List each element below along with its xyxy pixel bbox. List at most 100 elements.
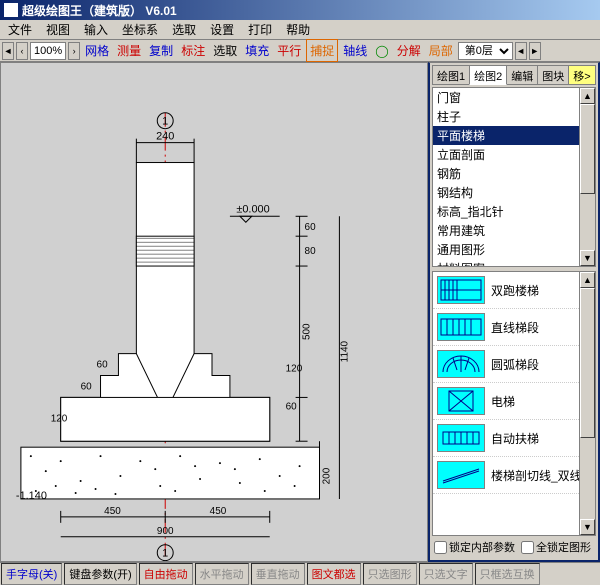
list-item[interactable]: 门窗	[433, 88, 595, 107]
escalator-icon	[437, 424, 485, 452]
zoom-field[interactable]: 100%	[30, 42, 66, 60]
scroll-down-icon[interactable]: ▼	[580, 519, 595, 535]
list-item[interactable]: 柱子	[433, 107, 595, 126]
tab-more[interactable]: 移>	[568, 65, 595, 85]
status-freedrag[interactable]: 自由拖动	[139, 563, 193, 585]
tool-grid[interactable]: 网格	[82, 40, 112, 61]
menu-coord[interactable]: 坐标系	[116, 19, 164, 40]
statusbar: 手字母(关) 键盘参数(开) 自由拖动 水平拖动 垂直拖动 图文都选 只选图形 …	[0, 562, 600, 584]
stair-item[interactable]: 自动扶梯	[433, 420, 595, 457]
list-item[interactable]: 通用图形	[433, 240, 595, 259]
list-item[interactable]: 立面剖面	[433, 145, 595, 164]
list-item-selected[interactable]: 平面楼梯	[433, 126, 595, 145]
tool-local[interactable]: 局部	[426, 40, 456, 61]
status-hdrag[interactable]: 水平拖动	[195, 563, 249, 585]
stair-straight-icon	[437, 313, 485, 341]
stair-arc-icon	[437, 350, 485, 378]
menubar: 文件 视图 输入 坐标系 选取 设置 打印 帮助	[0, 20, 600, 40]
svg-text:120: 120	[286, 364, 303, 375]
lock-all-checkbox[interactable]: 全锁定图形	[521, 539, 591, 555]
tab-draw2[interactable]: 绘图2	[469, 65, 507, 85]
stair-item[interactable]: 直线梯段	[433, 309, 595, 346]
tool-explode[interactable]: 分解	[394, 40, 424, 61]
menu-input[interactable]: 输入	[78, 19, 114, 40]
svg-text:240: 240	[156, 131, 174, 143]
tab-block[interactable]: 图块	[537, 65, 569, 85]
stair-item[interactable]: 圆弧梯段	[433, 346, 595, 383]
scroll-up-icon[interactable]: ▲	[580, 88, 595, 104]
status-seltext[interactable]: 只选文字	[419, 563, 473, 585]
menu-print[interactable]: 打印	[242, 19, 278, 40]
status-boxsel[interactable]: 只框选互换	[475, 563, 540, 585]
tool-parallel[interactable]: 平行	[274, 40, 304, 61]
menu-file[interactable]: 文件	[2, 19, 38, 40]
nav-first-icon[interactable]: ◄	[2, 42, 14, 60]
svg-text:60: 60	[286, 401, 298, 412]
tool-copy[interactable]: 复制	[146, 40, 176, 61]
stair-cut-icon	[437, 461, 485, 489]
status-selall[interactable]: 图文都选	[307, 563, 361, 585]
lock-internal-checkbox[interactable]: 锁定内部参数	[434, 539, 515, 555]
tool-fill[interactable]: 填充	[242, 40, 272, 61]
list-scrollbar[interactable]: ▲ ▼	[579, 88, 595, 266]
menu-view[interactable]: 视图	[40, 19, 76, 40]
tool-select[interactable]: 选取	[210, 40, 240, 61]
status-keyboard[interactable]: 键盘参数(开)	[64, 563, 136, 585]
nav-prev-icon[interactable]: ‹	[16, 42, 28, 60]
list-item[interactable]: 钢结构	[433, 183, 595, 202]
svg-text:1140: 1140	[339, 340, 350, 362]
elevator-icon	[437, 387, 485, 415]
main-area: 1 240 ±0.000	[0, 62, 600, 562]
svg-text:-1.140: -1.140	[16, 490, 47, 502]
stair-item[interactable]: 双跑楼梯	[433, 272, 595, 309]
stair-label: 直线梯段	[491, 319, 539, 336]
category-list[interactable]: 门窗 柱子 平面楼梯 立面剖面 钢筋 钢结构 标高_指北针 常用建筑 通用图形 …	[432, 87, 596, 267]
list-item[interactable]: 材料图案	[433, 259, 595, 267]
tool-annotate[interactable]: 标注	[178, 40, 208, 61]
svg-text:60: 60	[305, 222, 317, 233]
scroll-thumb[interactable]	[580, 288, 595, 438]
svg-text:1: 1	[162, 116, 168, 128]
tool-snap[interactable]: 捕捉	[306, 39, 338, 62]
window-title: 超级绘图王（建筑版） V6.01	[22, 2, 177, 19]
status-selshape[interactable]: 只选图形	[363, 563, 417, 585]
menu-help[interactable]: 帮助	[280, 19, 316, 40]
scroll-right-icon[interactable]: ►	[529, 42, 541, 60]
scroll-down-icon[interactable]: ▼	[580, 250, 595, 266]
stair-type-list: 双跑楼梯 直线梯段 圆弧梯段 电梯 自动扶梯 楼梯剖切线_双线	[432, 271, 596, 536]
tool-circle[interactable]: ◯	[372, 42, 391, 60]
stair-label: 电梯	[491, 393, 515, 410]
tool-measure[interactable]: 测量	[114, 40, 144, 61]
status-vdrag[interactable]: 垂直拖动	[251, 563, 305, 585]
scroll-left-icon[interactable]: ◄	[515, 42, 527, 60]
tab-edit[interactable]: 编辑	[506, 65, 538, 85]
menu-select[interactable]: 选取	[166, 19, 202, 40]
nav-next-icon[interactable]: ›	[68, 42, 80, 60]
svg-text:1: 1	[162, 548, 168, 560]
layer-select[interactable]: 第0层	[458, 42, 513, 60]
svg-text:60: 60	[81, 381, 93, 392]
svg-text:500: 500	[302, 323, 313, 340]
scroll-up-icon[interactable]: ▲	[580, 272, 595, 288]
iconlist-scrollbar[interactable]: ▲ ▼	[579, 272, 595, 535]
panel-tabs: 绘图1 绘图2 编辑 图块 移>	[432, 65, 596, 85]
svg-text:80: 80	[305, 246, 317, 257]
lock-options: 锁定内部参数 全锁定图形	[432, 536, 596, 558]
tool-axis[interactable]: 轴线	[340, 40, 370, 61]
stair-label: 双跑楼梯	[491, 282, 539, 299]
stair-label: 圆弧梯段	[491, 356, 539, 373]
stair-item[interactable]: 电梯	[433, 383, 595, 420]
tab-draw1[interactable]: 绘图1	[432, 65, 470, 85]
list-item[interactable]: 常用建筑	[433, 221, 595, 240]
drawing-svg: 1 240 ±0.000	[1, 63, 427, 561]
side-panel: 绘图1 绘图2 编辑 图块 移> 门窗 柱子 平面楼梯 立面剖面 钢筋 钢结构 …	[428, 62, 600, 562]
stair-label: 自动扶梯	[491, 430, 539, 447]
list-item[interactable]: 标高_指北针	[433, 202, 595, 221]
list-item[interactable]: 钢筋	[433, 164, 595, 183]
status-handchar[interactable]: 手字母(关)	[1, 563, 62, 585]
stair-item[interactable]: 楼梯剖切线_双线	[433, 457, 595, 494]
svg-text:450: 450	[104, 506, 121, 517]
scroll-thumb[interactable]	[580, 104, 595, 194]
drawing-canvas[interactable]: 1 240 ±0.000	[0, 62, 428, 562]
menu-settings[interactable]: 设置	[204, 19, 240, 40]
